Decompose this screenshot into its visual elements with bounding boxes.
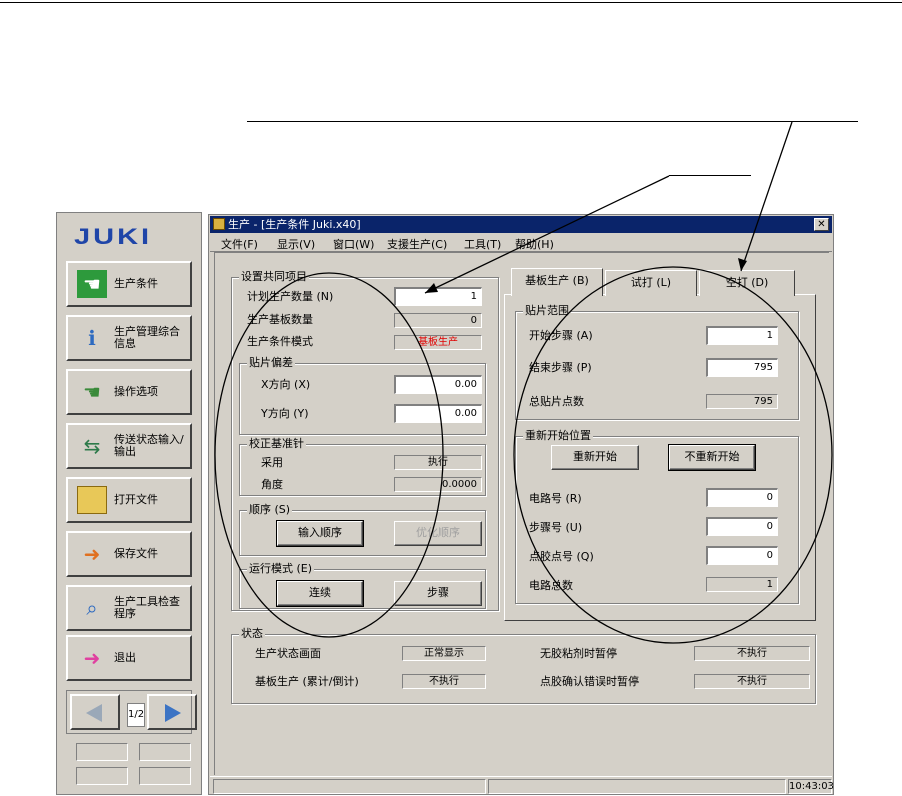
annotation-arrowhead-left — [425, 283, 438, 293]
annotation-arrowhead-right — [738, 258, 747, 271]
annotation-ellipse-left — [214, 272, 444, 638]
annotation-overlay — [214, 121, 833, 644]
annotation-ellipse-right — [513, 266, 833, 644]
annotation-arrow-right — [740, 121, 793, 272]
annotation-arrow-left — [424, 175, 670, 294]
